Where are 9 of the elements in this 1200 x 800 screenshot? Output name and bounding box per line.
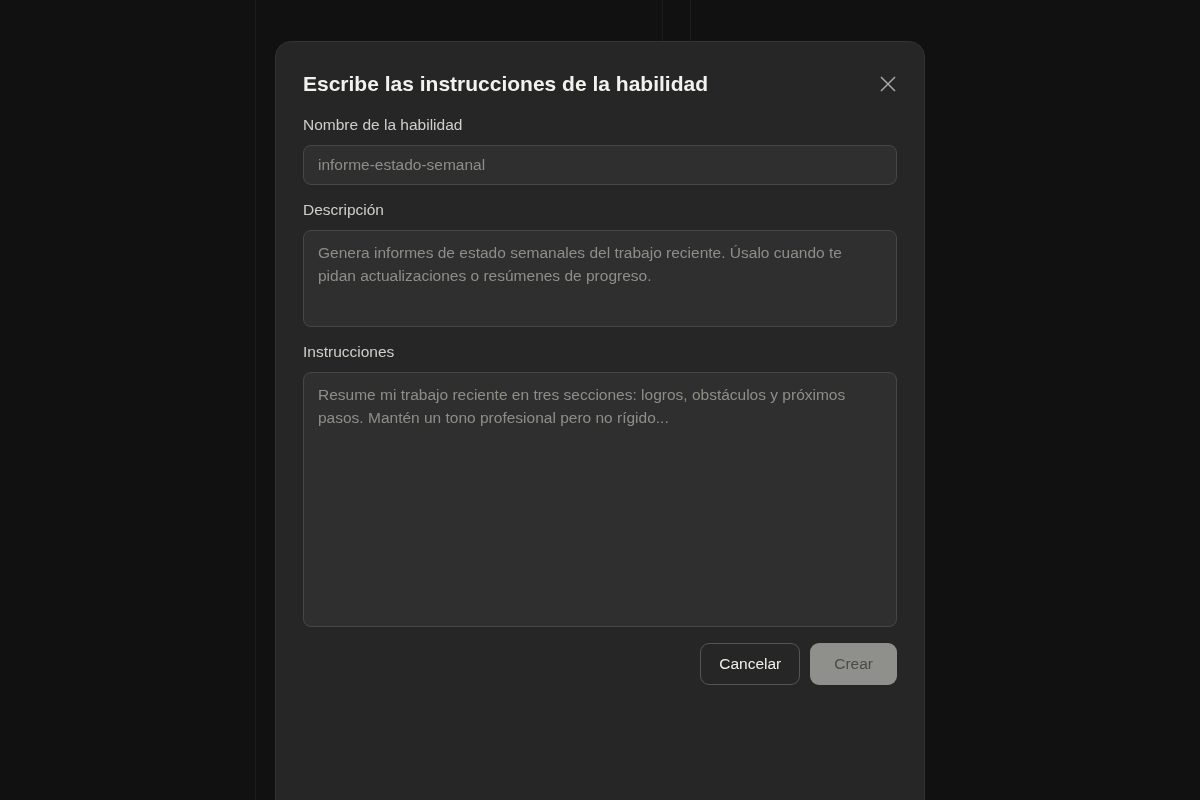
field-label: Nombre de la habilidad	[303, 116, 464, 134]
cancel-button[interactable]: Cancelar	[700, 643, 801, 685]
close-icon[interactable]	[880, 76, 896, 92]
field-label: Descripción	[303, 201, 385, 219]
dialog-title: Escribe las instrucciones de la habilidad	[303, 72, 708, 96]
field-label: Instrucciones	[303, 343, 396, 361]
text-area[interactable]: Resume mi trabajo reciente en tres secciones: logros, obstáculos y próximos pasos. Mantén un tono profesional pero no rígido...	[303, 372, 897, 627]
text-area[interactable]: Genera informes de estado semanales del trabajo reciente. Úsalo cuando te pidan actualizaciones o resúmenes de progreso.	[303, 230, 897, 327]
input-field[interactable]: informe-estado-semanal	[303, 145, 897, 185]
